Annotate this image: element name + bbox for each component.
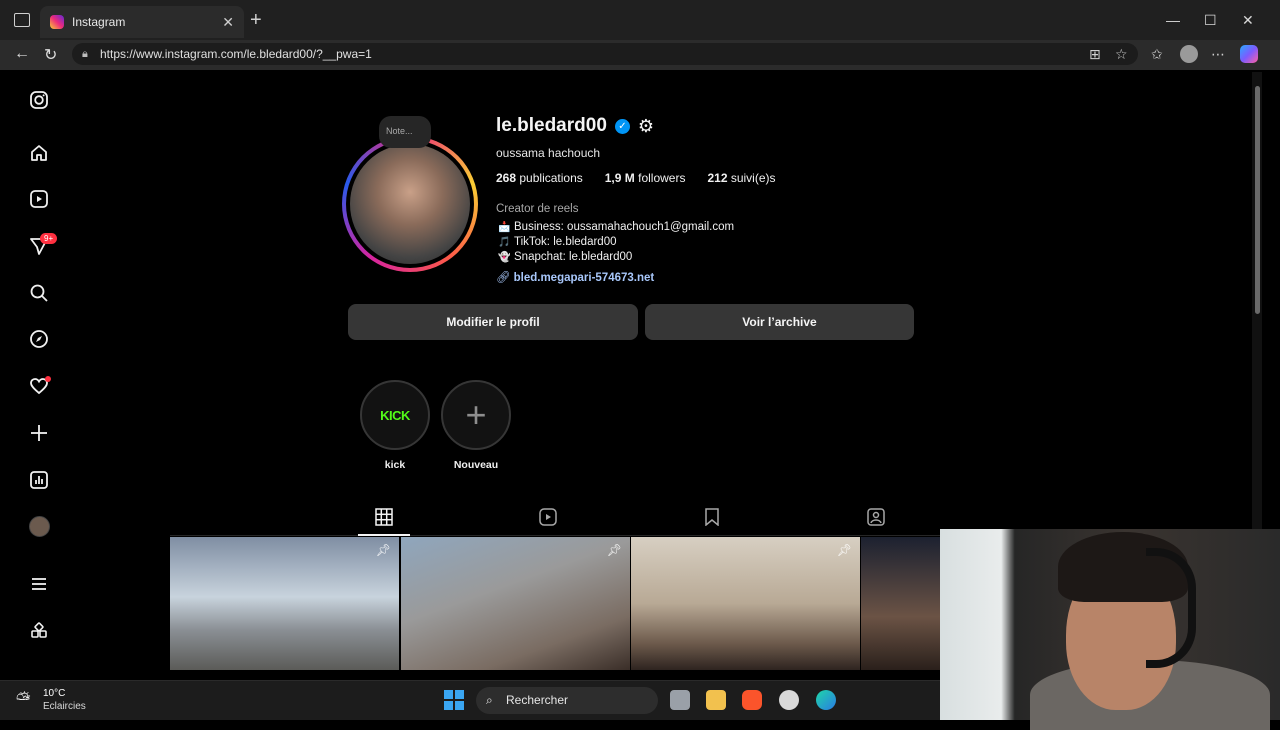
highlight-label: kick xyxy=(384,459,406,471)
username-row: le.bledard00 ✓ ⚙ xyxy=(496,115,654,137)
followers-stat[interactable]: 1,9 M followers xyxy=(605,171,686,185)
link-icon: 🔗︎ xyxy=(496,272,511,284)
post-thumbnail[interactable]: 📌︎ xyxy=(401,537,630,670)
profile-category: Creator de reels xyxy=(496,203,579,215)
home-icon[interactable] xyxy=(28,142,50,164)
profile-avatar[interactable] xyxy=(350,144,470,264)
favorite-star-icon[interactable]: ☆ xyxy=(1115,46,1128,63)
windows-taskbar xyxy=(0,680,940,720)
post-thumbnail[interactable] xyxy=(861,537,940,670)
tab-posts-grid-icon[interactable] xyxy=(374,508,394,528)
publications-stat: 268 publications xyxy=(496,171,583,185)
browser-profile-icon[interactable] xyxy=(1180,45,1198,63)
plus-icon: + xyxy=(465,394,487,435)
active-tab-indicator xyxy=(358,534,410,536)
minimize-icon[interactable]: — xyxy=(1166,12,1180,28)
new-highlight-button[interactable]: + xyxy=(441,380,511,450)
close-window-icon[interactable]: ✕ xyxy=(1242,12,1254,29)
tab-actions-icon[interactable] xyxy=(14,13,30,27)
chrome-icon[interactable] xyxy=(779,690,799,710)
pin-icon: 📌︎ xyxy=(375,543,391,557)
bio-line-snapchat: 👻 Snapchat: le.bledard00 xyxy=(498,251,633,263)
create-plus-icon[interactable] xyxy=(28,422,50,444)
note-placeholder: Note... xyxy=(386,126,413,136)
lock-icon: 🔒︎ xyxy=(82,48,88,60)
settings-gear-icon[interactable]: ⚙ xyxy=(638,116,654,137)
windows-start-icon[interactable] xyxy=(444,690,464,710)
tabs-divider xyxy=(170,535,940,536)
maximize-icon[interactable]: ☐ xyxy=(1204,12,1217,29)
profile-username: le.bledard00 xyxy=(496,115,607,136)
sidebar xyxy=(8,72,72,670)
sidebar-profile-avatar[interactable] xyxy=(29,516,50,537)
search-icon: ⌕ xyxy=(486,693,493,707)
app-available-icon[interactable]: ⊞ xyxy=(1089,46,1101,63)
instagram-logo-icon[interactable] xyxy=(28,89,50,111)
profile-stats: 268 publications 1,9 M followers 212 sui… xyxy=(496,171,776,185)
task-view-icon[interactable] xyxy=(670,690,690,710)
weather-cloud-sun-icon[interactable]: ⛅︎ xyxy=(16,689,30,710)
instagram-favicon-icon xyxy=(50,15,64,29)
taskbar-search[interactable]: ⌕ Rechercher xyxy=(476,687,658,714)
highlight-kick[interactable]: KICK xyxy=(360,380,430,450)
tab-tagged-icon[interactable] xyxy=(866,508,886,528)
view-archive-button[interactable]: Voir l’archive xyxy=(645,304,914,340)
more-menu-icon[interactable]: ⋯ xyxy=(1211,46,1225,63)
post-thumbnail[interactable]: 📌︎ xyxy=(170,537,399,670)
following-stat[interactable]: 212 suivi(e)s xyxy=(707,171,775,185)
browser-tab[interactable]: Instagram ✕ xyxy=(40,6,244,38)
tab-reels-icon[interactable] xyxy=(538,508,558,528)
weather-condition[interactable]: Eclaircies xyxy=(43,701,86,712)
back-icon[interactable]: ← xyxy=(14,45,30,63)
kick-logo: KICK xyxy=(380,407,410,423)
profile-link[interactable]: 🔗︎ bled.megapari-574673.net xyxy=(496,270,654,284)
verified-badge-icon: ✓ xyxy=(614,118,630,134)
close-tab-icon[interactable]: ✕ xyxy=(222,14,234,31)
pin-icon: 📌︎ xyxy=(836,543,852,557)
favorites-icon[interactable]: ✩ xyxy=(1151,46,1163,63)
note-bubble[interactable]: Note... xyxy=(379,116,431,148)
new-tab-icon[interactable]: + xyxy=(250,10,262,30)
edge-icon[interactable] xyxy=(816,690,836,710)
tab-title: Instagram xyxy=(72,15,126,29)
scrollbar-thumb[interactable] xyxy=(1255,86,1260,314)
copilot-icon[interactable] xyxy=(1240,45,1258,63)
dashboard-icon[interactable] xyxy=(28,469,50,491)
file-explorer-icon[interactable] xyxy=(706,690,726,710)
explore-icon[interactable] xyxy=(28,328,50,350)
post-thumbnail[interactable]: 📌︎ xyxy=(631,537,860,670)
search-icon[interactable] xyxy=(28,282,50,304)
profile-full-name: oussama hachouch xyxy=(496,146,601,160)
url-text: https://www.instagram.com/le.bledard00/?… xyxy=(100,47,372,61)
webcam-headset xyxy=(1146,548,1196,668)
notification-badge: 9+ xyxy=(40,233,58,244)
reels-icon[interactable] xyxy=(28,188,50,210)
highlight-label: Nouveau xyxy=(453,459,499,471)
bio-line-tiktok: 🎵 TikTok: le.bledard00 xyxy=(498,236,617,248)
tab-saved-icon[interactable] xyxy=(702,508,722,528)
bio-line-business: 📩 Business: oussamahachouch1@gmail.com xyxy=(498,221,735,233)
activity-dot xyxy=(45,376,51,382)
weather-temperature[interactable]: 10°C xyxy=(43,688,65,699)
edit-profile-button[interactable]: Modifier le profil xyxy=(348,304,638,340)
refresh-icon[interactable]: ↻ xyxy=(44,45,57,65)
brave-browser-icon[interactable] xyxy=(742,690,762,710)
also-from-meta-icon[interactable] xyxy=(28,620,50,642)
pin-icon: 📌︎ xyxy=(606,543,622,557)
address-input[interactable]: 🔒︎ https://www.instagram.com/le.bledard0… xyxy=(72,43,1138,65)
menu-icon[interactable] xyxy=(28,573,50,595)
